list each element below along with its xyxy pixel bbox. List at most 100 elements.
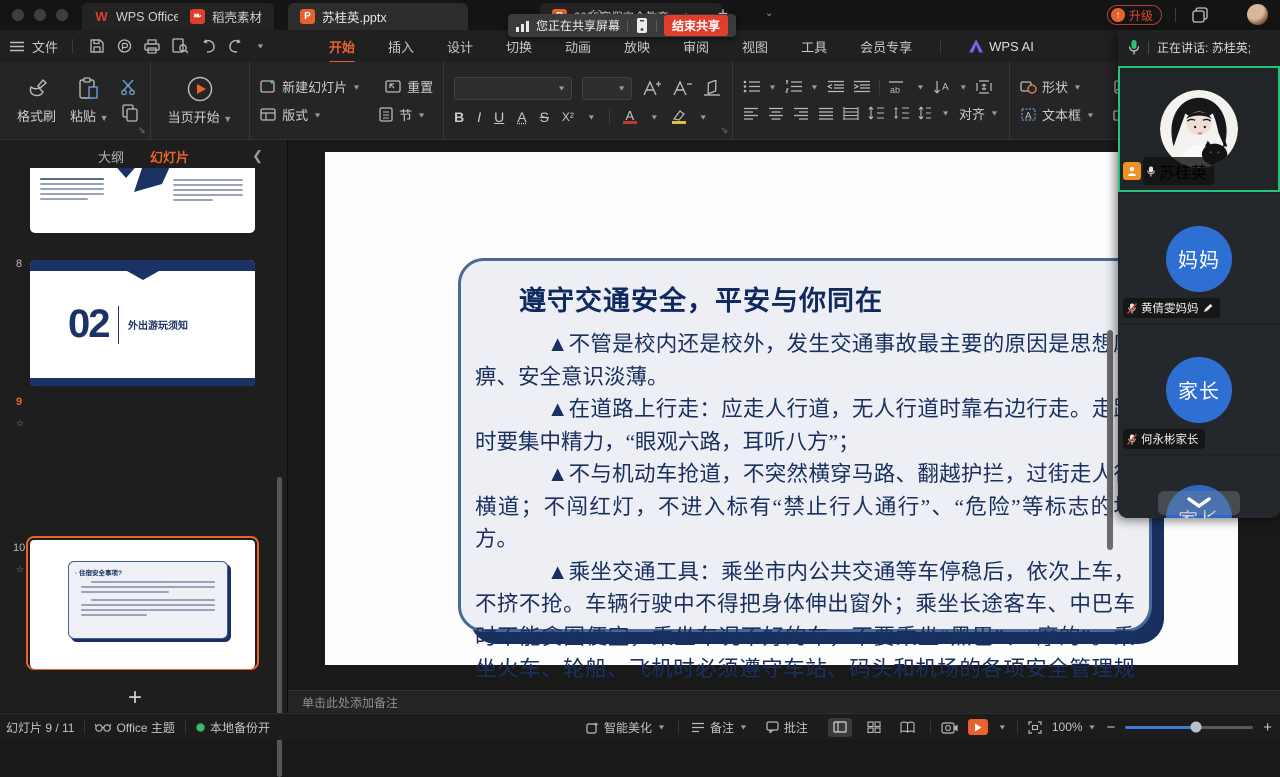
undo-icon[interactable]	[200, 39, 216, 53]
decrease-font-icon[interactable]	[672, 80, 692, 97]
shapes-button[interactable]: 形状▼	[1020, 77, 1082, 96]
superscript-button[interactable]: X²	[562, 110, 574, 124]
participant-tile-partial[interactable]: 家长	[1118, 456, 1280, 518]
section-button[interactable]: 节▼	[379, 105, 426, 124]
menu-animation[interactable]: 动画	[565, 37, 591, 56]
phonetic-guide-icon[interactable]: ab	[888, 80, 908, 94]
export-pdf-icon[interactable]	[117, 38, 132, 54]
scroll-more-participants-button[interactable]	[1158, 491, 1240, 515]
font-color-chevron-icon[interactable]: ▼	[650, 113, 659, 121]
decrease-indent-icon[interactable]	[827, 80, 845, 93]
highlight-button[interactable]	[672, 110, 686, 124]
hamburger-icon[interactable]	[10, 41, 24, 52]
dialog-launcher-icon[interactable]: ⇘	[721, 125, 729, 136]
participant-tile-heyongbin[interactable]: 家长 何永彬家长	[1118, 325, 1280, 454]
menu-home[interactable]: 开始	[329, 37, 355, 56]
print-icon[interactable]	[144, 39, 160, 54]
smart-beautify-button[interactable]: 智能美化▼	[585, 719, 666, 736]
italic-button[interactable]: I	[477, 109, 481, 125]
align-center-icon[interactable]	[768, 107, 784, 120]
end-share-button[interactable]: 结束共享	[664, 15, 728, 36]
notes-bar[interactable]: 单击此处添加备注	[288, 690, 1280, 713]
tab-outline[interactable]: 大纲	[98, 147, 124, 166]
zoom-slider[interactable]	[1125, 726, 1253, 729]
upgrade-button[interactable]: ↑ 升级	[1107, 5, 1162, 25]
canvas-scrollbar[interactable]	[1107, 330, 1113, 550]
text-direction-icon[interactable]: A	[933, 80, 951, 94]
participant-tile-sukuiying[interactable]: 苏桂英	[1118, 66, 1280, 192]
font-size-select[interactable]: ▼	[582, 77, 632, 100]
paste-button[interactable]: 粘贴 ▼	[63, 73, 116, 129]
font-color-button[interactable]: A	[623, 110, 637, 124]
thumbnail-slide-7[interactable]	[30, 168, 255, 233]
account-avatar[interactable]	[1247, 4, 1268, 25]
slide-content-box[interactable]: 遵守交通安全，平安与你同在 ▲不管是校内还是校外，发生交通事故最主要的原因是思想…	[458, 258, 1152, 632]
normal-view-button[interactable]	[828, 718, 852, 737]
local-backup-toggle[interactable]: 本地备份开	[196, 719, 270, 736]
line-spacing-icon[interactable]	[868, 106, 884, 120]
save-icon[interactable]	[89, 38, 105, 54]
cut-icon[interactable]	[120, 79, 140, 95]
tab-wps-office[interactable]: W WPS Office	[82, 3, 192, 30]
strikethrough-button[interactable]: S	[540, 109, 549, 125]
participant-tile-huangqianwen[interactable]: 妈妈 黄倩雯妈妈	[1118, 194, 1280, 323]
menu-transition[interactable]: 切换	[506, 37, 532, 56]
zoom-slider-thumb[interactable]	[1190, 722, 1201, 733]
menu-insert[interactable]: 插入	[388, 37, 414, 56]
zoom-out-button[interactable]: −	[1106, 719, 1115, 736]
print-preview-icon[interactable]	[172, 38, 188, 54]
dialog-launcher-icon[interactable]: ⇘	[138, 125, 146, 136]
play-options-chevron-icon[interactable]: ▼	[998, 723, 1007, 731]
redo-icon[interactable]	[228, 39, 244, 53]
format-painter-button[interactable]: 格式刷	[10, 73, 63, 129]
numbering-icon[interactable]	[785, 80, 802, 93]
theme-button[interactable]: Office 主题	[95, 719, 174, 736]
distribute-icon[interactable]	[843, 107, 859, 120]
reset-button[interactable]: 重置	[385, 77, 433, 96]
thumbnail-slide-8[interactable]: 02 外出游玩须知	[30, 260, 255, 386]
add-slide-button[interactable]: +	[128, 684, 142, 712]
tab-slides[interactable]: 幻灯片	[150, 147, 189, 166]
window-zoom-button[interactable]	[56, 9, 68, 21]
highlight-chevron-icon[interactable]: ▼	[699, 113, 708, 121]
rehearse-record-button[interactable]	[941, 720, 958, 734]
share-device-icon[interactable]	[635, 18, 649, 33]
script-chevron-icon[interactable]: ▼	[587, 113, 596, 121]
align-left-icon[interactable]	[743, 107, 759, 120]
wps-ai-button[interactable]: WPS AI	[969, 39, 1034, 54]
new-slide-button[interactable]: 新建幻灯片▼	[260, 77, 361, 96]
comments-button[interactable]: 批注	[766, 719, 808, 736]
tab-docer[interactable]: ❧ 稻壳素材	[178, 3, 274, 30]
menu-design[interactable]: 设计	[447, 37, 473, 56]
qat-chevron-icon[interactable]: ▼	[256, 42, 265, 50]
para-spacing-icon[interactable]	[893, 106, 909, 120]
menu-view[interactable]: 视图	[742, 37, 768, 56]
bold-button[interactable]: B	[454, 109, 464, 125]
bullets-icon[interactable]	[743, 80, 760, 93]
align-objects-button[interactable]: 对齐▼	[959, 104, 999, 123]
layout-button[interactable]: 版式▼	[260, 105, 322, 124]
align-right-icon[interactable]	[793, 107, 809, 120]
rename-pencil-icon[interactable]	[1203, 303, 1214, 313]
notes-toggle-button[interactable]: 备注▼	[691, 719, 748, 736]
copy-icon[interactable]	[120, 104, 140, 122]
reading-view-button[interactable]	[896, 718, 920, 737]
paragraph-settings-icon[interactable]	[976, 80, 992, 94]
clear-format-icon[interactable]	[702, 80, 722, 96]
menu-member[interactable]: 会员专享	[860, 37, 912, 56]
window-minimize-button[interactable]	[34, 9, 46, 21]
font-family-select[interactable]: ▼	[454, 77, 572, 100]
char-spacing-button[interactable]: A	[517, 109, 526, 125]
slide-9-canvas[interactable]: 遵守交通安全，平安与你同在 ▲不管是校内还是校外，发生交通事故最主要的原因是思想…	[325, 152, 1238, 665]
panel-collapse-chevron-icon[interactable]: ❮	[252, 148, 263, 164]
window-close-button[interactable]	[12, 9, 24, 21]
row-spacing-icon[interactable]	[918, 106, 932, 120]
fit-slide-button[interactable]	[1028, 721, 1042, 734]
underline-button[interactable]: U	[494, 109, 504, 125]
zoom-level[interactable]: 100%▼	[1052, 720, 1097, 734]
tab-current-pptx[interactable]: P 苏桂英.pptx	[288, 3, 468, 30]
play-from-current-button[interactable]: 当页开始 ▼	[161, 72, 240, 130]
textbox-button[interactable]: A 文本框▼	[1020, 105, 1095, 124]
zoom-in-button[interactable]: +	[1263, 719, 1272, 736]
tab-list-chevron-icon[interactable]: ⌄	[765, 8, 773, 19]
